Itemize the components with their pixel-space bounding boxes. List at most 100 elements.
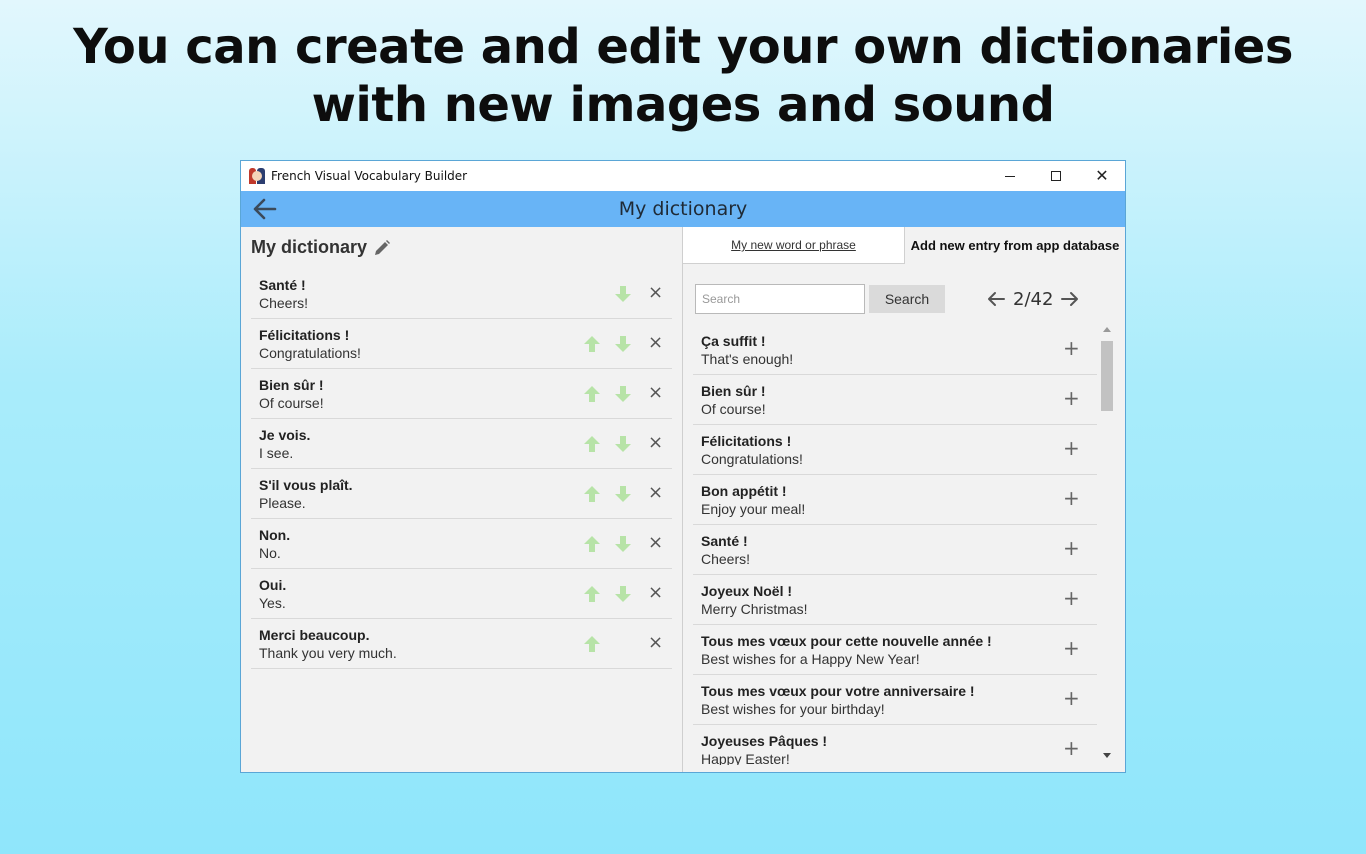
header-title: My dictionary bbox=[618, 198, 748, 220]
list-item[interactable]: Bon appétit ! Enjoy your meal! + bbox=[693, 475, 1097, 525]
add-icon[interactable]: + bbox=[1063, 737, 1080, 759]
entry-french: Bien sûr ! bbox=[701, 383, 766, 399]
search-button[interactable]: Search bbox=[869, 285, 945, 313]
add-icon[interactable]: + bbox=[1063, 587, 1080, 609]
database-list: Ça suffit ! That's enough! + Bien sûr ! Of c… bbox=[693, 325, 1097, 765]
list-item[interactable]: Ça suffit ! That's enough! + bbox=[693, 325, 1097, 375]
tab-new-word[interactable]: My new word or phrase bbox=[683, 227, 905, 264]
move-up-arrow-icon[interactable] bbox=[583, 435, 601, 453]
entry-english: Of course! bbox=[701, 401, 766, 417]
delete-icon[interactable]: × bbox=[648, 433, 663, 453]
move-up-arrow-icon[interactable] bbox=[583, 635, 601, 653]
entry-english: I see. bbox=[259, 445, 294, 461]
entry-english: Cheers! bbox=[259, 295, 309, 311]
entry-english: No. bbox=[259, 545, 281, 561]
move-down-arrow-icon[interactable] bbox=[614, 585, 632, 603]
pencil-icon[interactable] bbox=[373, 239, 391, 257]
add-icon[interactable]: + bbox=[1063, 537, 1080, 559]
maximize-icon bbox=[1051, 171, 1061, 181]
list-item[interactable]: Félicitations ! Congratulations! × bbox=[251, 319, 672, 369]
list-item[interactable]: Bien sûr ! Of course! × bbox=[251, 369, 672, 419]
delete-icon[interactable]: × bbox=[648, 483, 663, 503]
add-icon[interactable]: + bbox=[1063, 337, 1080, 359]
scroll-thumb[interactable] bbox=[1101, 341, 1113, 411]
list-item[interactable]: S'il vous plaît. Please. × bbox=[251, 469, 672, 519]
list-item[interactable]: Santé ! Cheers! + bbox=[693, 525, 1097, 575]
list-item[interactable]: Merci beaucoup. Thank you very much. × bbox=[251, 619, 672, 669]
list-item[interactable]: Non. No. × bbox=[251, 519, 672, 569]
my-dictionary-pane: My dictionary Santé ! Cheers! × Félicitatio… bbox=[241, 227, 682, 772]
list-item[interactable]: Tous mes vœux pour cette nouvelle année … bbox=[693, 625, 1097, 675]
list-item[interactable]: Tous mes vœux pour votre anniversaire ! B… bbox=[693, 675, 1097, 725]
title-bar: French Visual Vocabulary Builder ✕ bbox=[241, 161, 1125, 191]
app-header: My dictionary bbox=[241, 191, 1125, 227]
list-item[interactable]: Santé ! Cheers! × bbox=[251, 269, 672, 319]
delete-icon[interactable]: × bbox=[648, 383, 663, 403]
scroll-up-icon[interactable] bbox=[1103, 327, 1111, 332]
app-icon bbox=[249, 168, 265, 184]
entry-french: Santé ! bbox=[259, 277, 306, 293]
app-window: French Visual Vocabulary Builder ✕ My di… bbox=[240, 160, 1126, 773]
entry-english: Congratulations! bbox=[701, 451, 803, 467]
move-up-arrow-icon[interactable] bbox=[583, 485, 601, 503]
dictionary-heading: My dictionary bbox=[251, 237, 391, 258]
list-item[interactable]: Bien sûr ! Of course! + bbox=[693, 375, 1097, 425]
move-down-arrow-icon[interactable] bbox=[614, 485, 632, 503]
maximize-button[interactable] bbox=[1033, 161, 1079, 191]
entry-french: Tous mes vœux pour cette nouvelle année … bbox=[701, 633, 992, 649]
add-icon[interactable]: + bbox=[1063, 487, 1080, 509]
entry-english: Enjoy your meal! bbox=[701, 501, 806, 517]
scrollbar[interactable] bbox=[1100, 327, 1114, 763]
close-icon: ✕ bbox=[1095, 166, 1109, 185]
entry-english: Yes. bbox=[259, 595, 286, 611]
previous-page-arrow-icon[interactable] bbox=[985, 288, 1007, 310]
tab-add-from-database[interactable]: Add new entry from app database bbox=[905, 227, 1125, 264]
entry-english: Merry Christmas! bbox=[701, 601, 808, 617]
minimize-button[interactable] bbox=[987, 161, 1033, 191]
move-up-arrow-icon[interactable] bbox=[583, 535, 601, 553]
add-icon[interactable]: + bbox=[1063, 437, 1080, 459]
list-item[interactable]: Joyeuses Pâques ! Happy Easter! + bbox=[693, 725, 1097, 765]
move-down-arrow-icon[interactable] bbox=[614, 435, 632, 453]
delete-icon[interactable]: × bbox=[648, 633, 663, 653]
search-input[interactable] bbox=[695, 284, 865, 314]
entry-french: Joyeuses Pâques ! bbox=[701, 733, 828, 749]
delete-icon[interactable]: × bbox=[648, 333, 663, 353]
delete-icon[interactable]: × bbox=[648, 533, 663, 553]
window-controls: ✕ bbox=[987, 161, 1125, 191]
database-list-viewport: Ça suffit ! That's enough! + Bien sûr ! Of c… bbox=[693, 325, 1099, 765]
headline: You can create and edit your own diction… bbox=[0, 18, 1366, 134]
delete-icon[interactable]: × bbox=[648, 583, 663, 603]
close-button[interactable]: ✕ bbox=[1079, 161, 1125, 191]
move-up-arrow-icon[interactable] bbox=[583, 585, 601, 603]
entry-english: Happy Easter! bbox=[701, 751, 790, 765]
scroll-down-icon[interactable] bbox=[1103, 753, 1111, 758]
move-down-arrow-icon[interactable] bbox=[614, 335, 632, 353]
entry-english: Best wishes for a Happy New Year! bbox=[701, 651, 920, 667]
entry-french: Bon appétit ! bbox=[701, 483, 787, 499]
entry-french: Bien sûr ! bbox=[259, 377, 324, 393]
dictionary-name: My dictionary bbox=[251, 237, 368, 257]
list-item[interactable]: Félicitations ! Congratulations! + bbox=[693, 425, 1097, 475]
move-down-arrow-icon[interactable] bbox=[614, 535, 632, 553]
entry-french: Tous mes vœux pour votre anniversaire ! bbox=[701, 683, 975, 699]
move-down-arrow-icon[interactable] bbox=[614, 285, 632, 303]
back-arrow-icon[interactable] bbox=[251, 195, 279, 223]
entry-french: Oui. bbox=[259, 577, 287, 593]
move-up-arrow-icon[interactable] bbox=[583, 335, 601, 353]
headline-line-1: You can create and edit your own diction… bbox=[73, 19, 1293, 75]
list-item[interactable]: Joyeux Noël ! Merry Christmas! + bbox=[693, 575, 1097, 625]
my-dictionary-list: Santé ! Cheers! × Félicitations ! Congratula… bbox=[251, 269, 672, 669]
move-down-arrow-icon[interactable] bbox=[614, 385, 632, 403]
move-up-arrow-icon[interactable] bbox=[583, 385, 601, 403]
entry-french: Joyeux Noël ! bbox=[701, 583, 793, 599]
delete-icon[interactable]: × bbox=[648, 283, 663, 303]
add-icon[interactable]: + bbox=[1063, 687, 1080, 709]
entry-english: That's enough! bbox=[701, 351, 794, 367]
add-icon[interactable]: + bbox=[1063, 637, 1080, 659]
add-icon[interactable]: + bbox=[1063, 387, 1080, 409]
list-item[interactable]: Oui. Yes. × bbox=[251, 569, 672, 619]
pager: 2/42 bbox=[985, 285, 1081, 313]
next-page-arrow-icon[interactable] bbox=[1059, 288, 1081, 310]
list-item[interactable]: Je vois. I see. × bbox=[251, 419, 672, 469]
